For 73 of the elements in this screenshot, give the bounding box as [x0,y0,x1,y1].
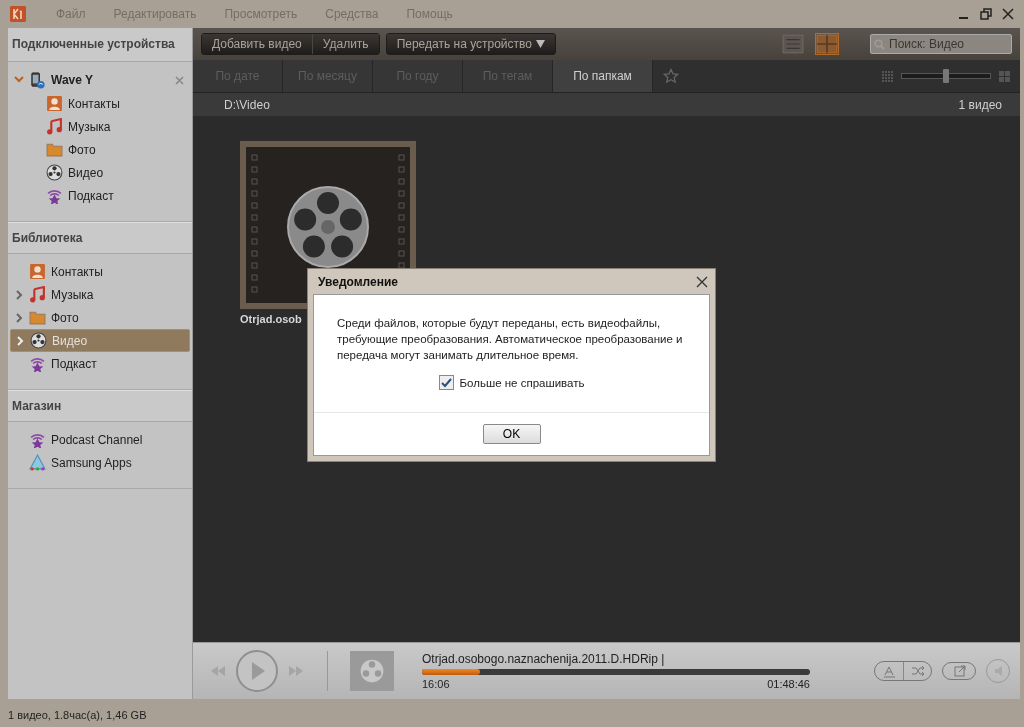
sidebar-row[interactable]: Фото [10,306,190,329]
sidebar-item-label: Подкаст [51,356,97,371]
track-title: Otrjad.osobogo.naznachenija.2011.D.HDRip | [422,652,666,666]
film-reel-icon [46,164,63,181]
sidebar-item[interactable]: Фото [68,142,96,157]
video-title: Otrjad.osob [240,313,302,325]
sidebar-item-label: Видео [52,333,88,348]
contact-card-icon [29,263,46,280]
device-name[interactable]: Wave Y [51,73,94,87]
status-text: 1 видео, 1.8час(а), 1,46 GB [8,708,147,721]
toolbar-button[interactable]: Удалить [311,34,379,54]
dropdown-triangle-icon [535,40,545,48]
podcast-icon [29,355,46,372]
sidebar-item[interactable]: Контакты [68,96,120,111]
close-button[interactable] [696,275,708,288]
ok-button[interactable]: OK [482,424,541,444]
item-count: 1 видео [958,97,1002,112]
music-note-icon [29,286,46,303]
sidebar-item-label: Samsung Apps [51,455,132,470]
transfer-button[interactable]: Передать на устройство [385,33,556,55]
total-time: 01:48:46 [767,678,810,690]
progress-bar[interactable] [422,669,810,675]
section-header: Подключенные устройства [8,28,192,62]
small-grid-icon[interactable] [882,70,893,82]
search-field[interactable]: Поиск: Видео [870,34,1012,54]
sidebar-item[interactable]: Подкаст [68,188,114,203]
phone-icon [29,71,46,89]
elapsed-time: 16:06 [422,678,450,690]
caret-down-icon[interactable] [14,74,24,84]
restore-icon[interactable] [980,8,992,20]
contact-card-icon [46,95,63,112]
app-logo-icon [10,6,26,22]
sidebar-row[interactable]: Podcast Channel [10,428,190,451]
film-reel-icon [30,332,47,349]
tab[interactable]: По папкам [553,60,653,92]
checkbox-label: Больше не спрашивать [459,376,585,389]
section-header: Библиотека [8,222,192,254]
dialog-message: Среди файлов, которые будут переданы, есть видеофайлы, требующие преобразования. Автоматическое преобразование и передача могут занимать длительное время. [336,316,684,363]
play-button[interactable] [235,649,279,693]
sidebar-row[interactable]: Контакты [10,260,190,283]
caret-right-icon[interactable] [14,312,24,323]
large-grid-icon[interactable] [999,70,1010,82]
slider-thumb[interactable] [943,69,949,83]
caret-right-icon[interactable] [14,289,24,300]
podcast-icon [46,187,63,204]
folder-icon [46,141,63,158]
fast-forward-button[interactable] [287,665,305,677]
sidebar-row[interactable]: Музыка [10,283,190,306]
music-note-icon [46,118,63,135]
speaker-icon [994,666,1002,676]
close-icon[interactable] [1002,8,1014,20]
folder-path: D:\Video [224,97,270,112]
list-view-button[interactable] [782,34,804,54]
sidebar-item-label: Podcast Channel [51,432,143,447]
grid-view-button[interactable] [816,34,838,54]
sidebar-item-label: Контакты [51,264,103,279]
sidebar-row[interactable]: Samsung Apps [10,451,190,474]
sidebar-item[interactable]: Музыка [68,119,111,134]
apps-triangle-icon [29,454,46,471]
podcast-icon [29,431,46,448]
section-header: Магазин [8,390,192,422]
star-icon[interactable] [663,68,679,84]
rewind-button[interactable] [209,665,227,677]
caret-right-icon[interactable] [15,335,25,346]
sidebar-item-label: Музыка [51,287,94,302]
film-reel-icon [359,658,385,684]
folder-icon [29,309,46,326]
sidebar-item-label: Фото [51,310,79,325]
checkbox[interactable] [438,375,454,390]
dialog-title: Уведомление [318,274,398,289]
sidebar-item[interactable]: Видео [68,165,104,180]
zoom-slider[interactable] [901,69,991,83]
sidebar-row[interactable]: Подкаст [10,352,190,375]
